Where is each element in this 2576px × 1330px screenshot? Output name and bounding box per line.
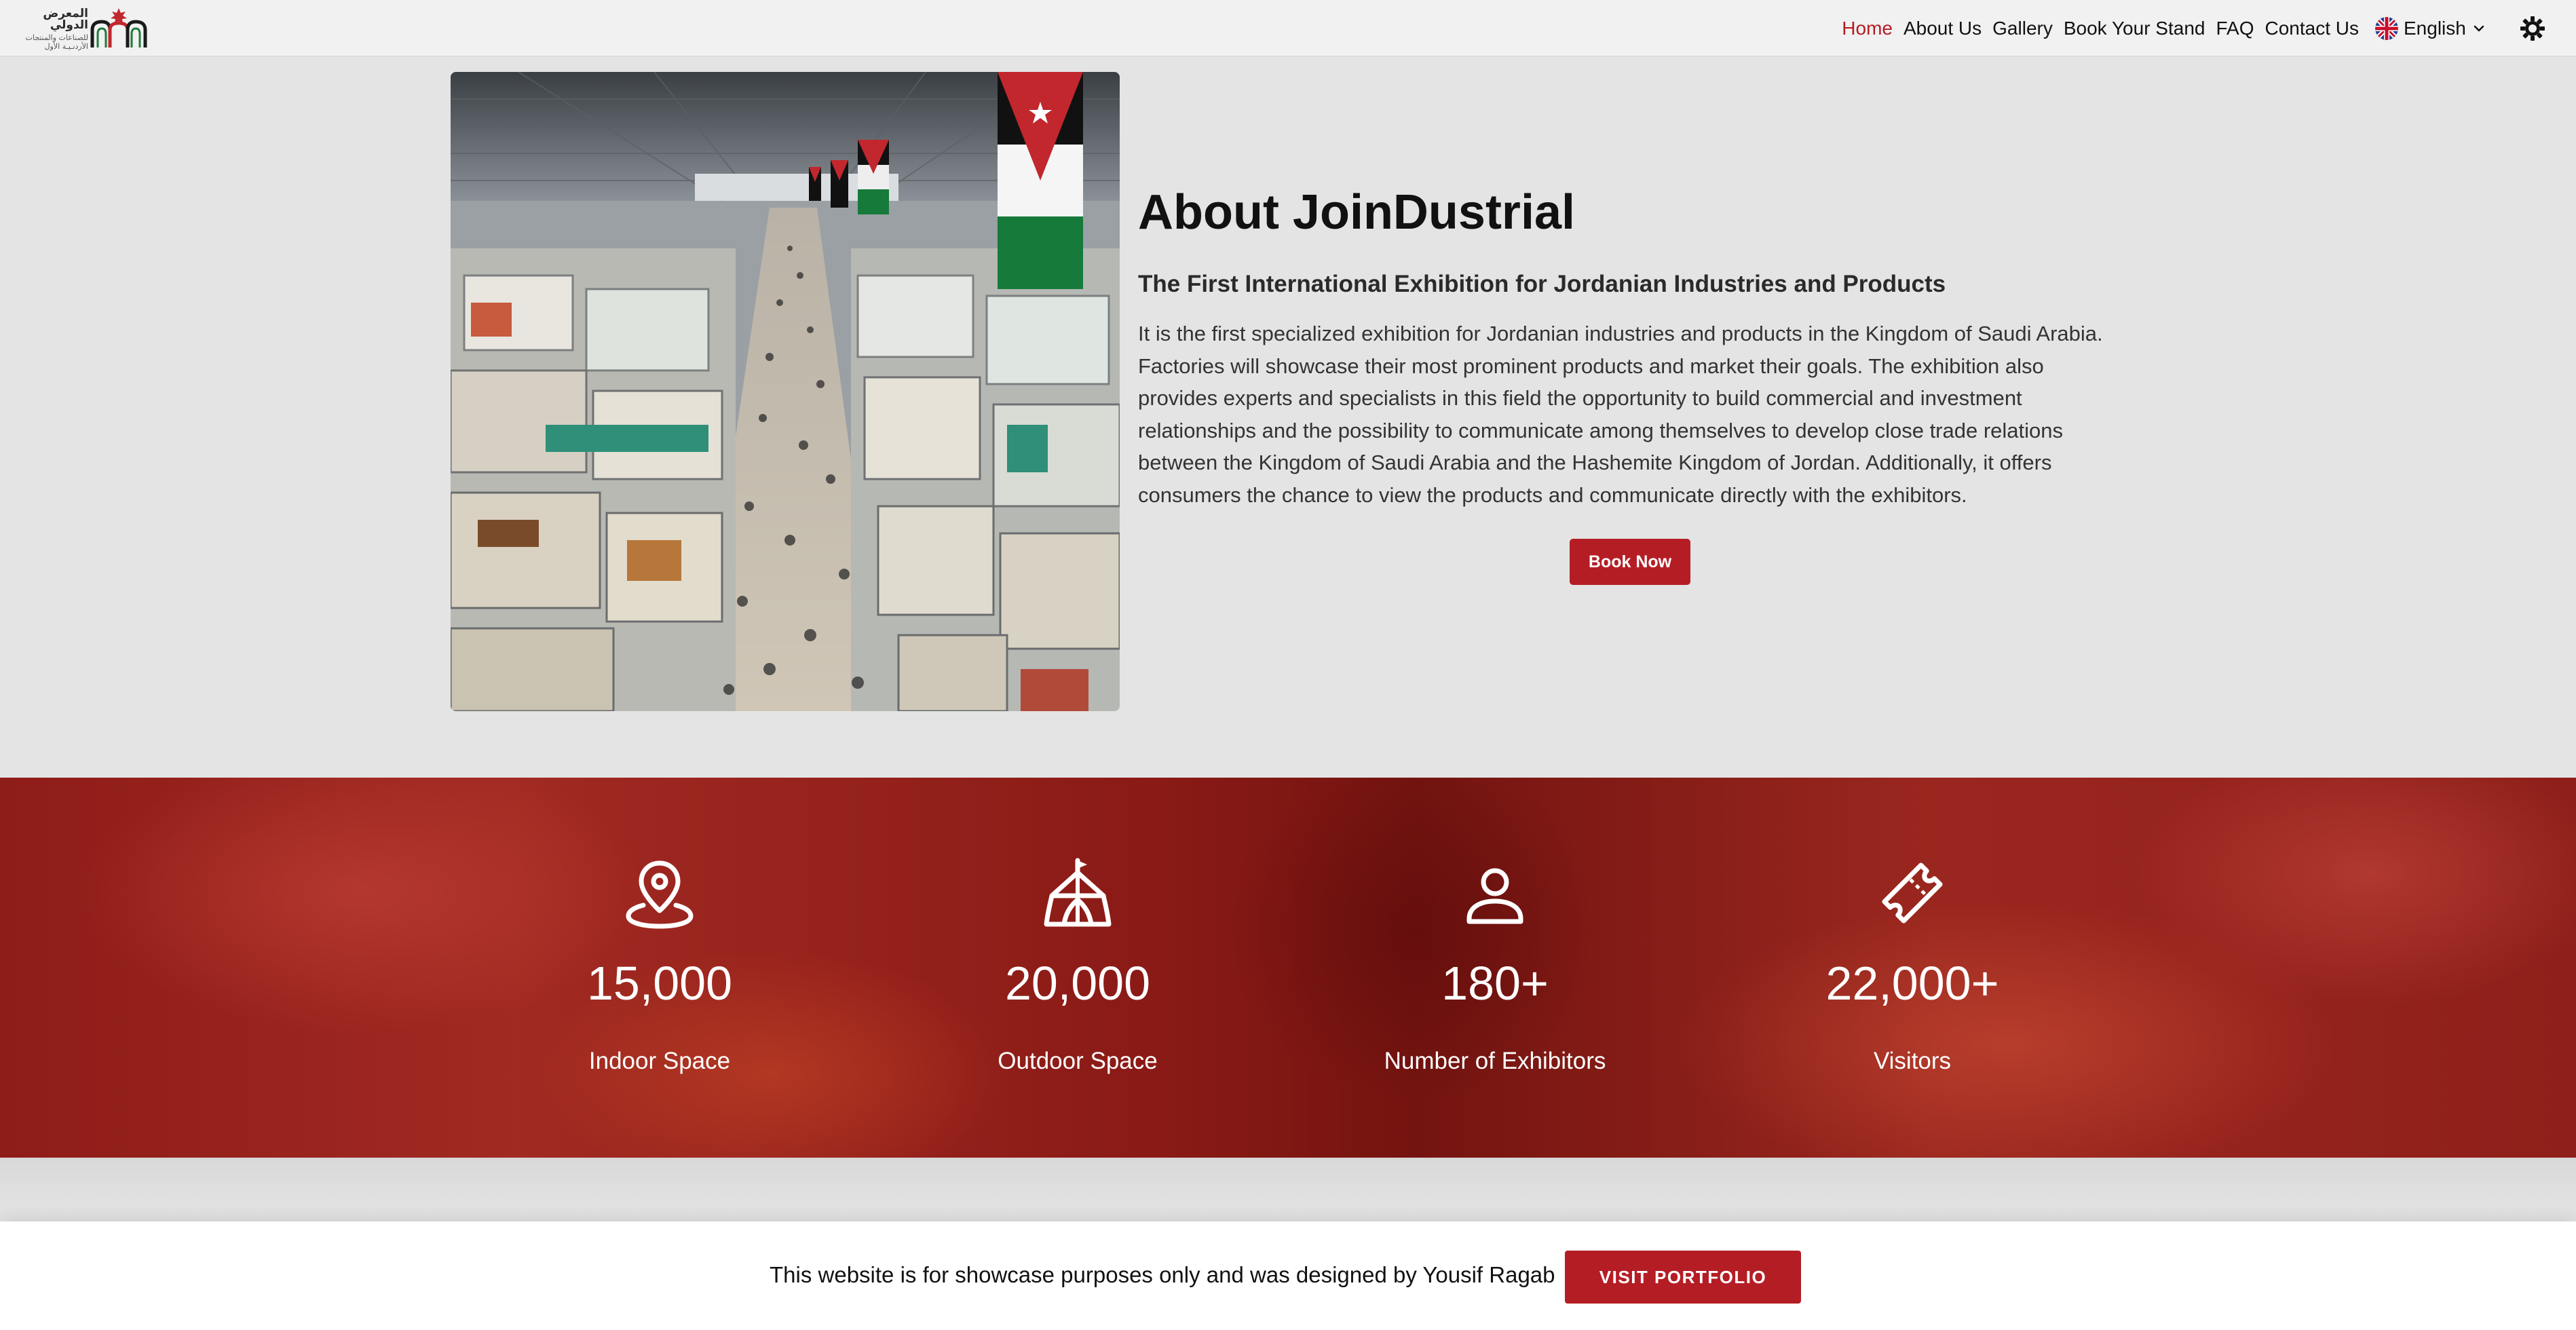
site-logo[interactable]: المعرض الدولي للصناعات والمنتجات الأردنـ… [15,7,148,51]
stat-label: Number of Exhibitors [1384,1048,1606,1074]
arch-with-star-logo-icon [90,8,147,48]
stat-value: 15,000 [586,957,733,1010]
stat-value: 180+ [1441,957,1549,1010]
tent-icon [1044,858,1112,927]
banner-text: This website is for showcase purposes on… [770,1262,1555,1287]
stat-label: Visitors [1873,1048,1952,1074]
theme-toggle-icon[interactable] [2519,15,2546,42]
logo-line-1: المعرض الدولي [43,7,88,32]
stats-band: 15,000 Indoor Space 20,000 Outdoor Space… [0,778,2576,1158]
nav-faq[interactable]: FAQ [2216,18,2254,39]
about-paragraph: It is the first specialized exhibition f… [1138,322,2103,507]
map-pin-icon [626,860,694,929]
book-now-button[interactable]: Book Now [1570,539,1690,585]
stat-label: Outdoor Space [998,1048,1158,1074]
ticket-icon [1882,862,1943,924]
logo-line-3: الأردنـيـة الأول [44,42,88,51]
chevron-down-icon [2474,25,2484,32]
exhibition-hall-photo [451,72,1120,711]
nav-about-us[interactable]: About Us [1903,18,1982,39]
nav-gallery[interactable]: Gallery [1992,18,2053,39]
about-text-block: About JoinDustrial The First Internation… [1138,183,2129,511]
stat-label: Indoor Space [588,1048,731,1074]
showcase-banner: This website is for showcase purposes on… [0,1221,2576,1330]
nav-home[interactable]: Home [1842,18,1893,39]
main-nav: Home About Us Gallery Book Your Stand FA… [1842,14,2359,43]
user-icon [1466,868,1523,924]
top-navbar: المعرض الدولي للصناعات والمنتجات الأردنـ… [0,0,2576,57]
about-title: About JoinDustrial [1138,185,1575,240]
language-selector[interactable]: English [2375,14,2486,43]
logo-wordmark: المعرض الدولي للصناعات والمنتجات الأردنـ… [15,7,89,51]
uk-flag-icon [2375,17,2398,40]
stat-value: 22,000+ [1825,957,1999,1010]
nav-contact-us[interactable]: Contact Us [2265,18,2360,39]
language-label: English [2404,18,2466,39]
visit-portfolio-button[interactable]: VISIT PORTFOLIO [1565,1251,1801,1304]
about-subtitle: The First International Exhibition for J… [1138,271,1946,298]
stat-value: 20,000 [1004,957,1151,1010]
logo-line-2: للصناعات والمنتجات [25,33,89,42]
nav-book-your-stand[interactable]: Book Your Stand [2064,18,2205,39]
